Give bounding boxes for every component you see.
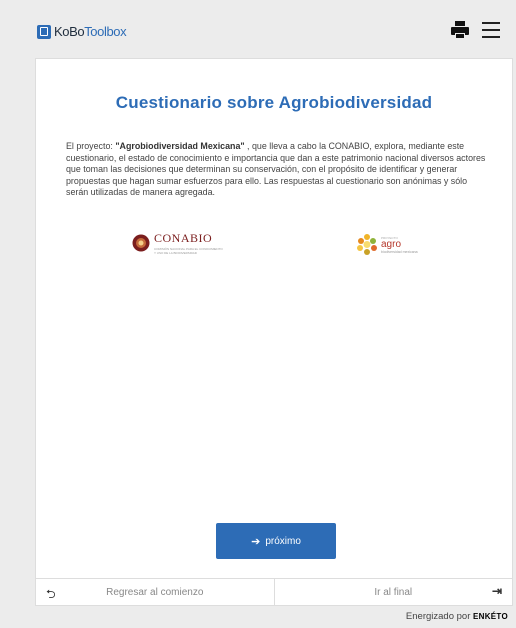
agro-subtitle: biodiversidad mexicana xyxy=(381,250,418,254)
arrow-right-icon: ➔ xyxy=(251,535,261,548)
logo-product: Toolbox xyxy=(84,24,127,39)
intro-project-name: "Agrobiodiversidad Mexicana" xyxy=(115,141,245,151)
intro-prefix: El proyecto: xyxy=(66,141,116,151)
undo-arrow-icon: ⮌ xyxy=(46,587,56,601)
conabio-logo: CONABIO COMISIÓN NACIONAL PARA EL CONOCI… xyxy=(132,231,224,255)
print-icon[interactable] xyxy=(450,20,470,40)
agrobiodiversidad-logo: PROYECTO agro biodiversidad mexicana xyxy=(356,233,418,257)
kobo-logo-icon xyxy=(37,24,51,39)
logo-brand: KoBo xyxy=(54,24,85,39)
form-intro: El proyecto: "Agrobiodiversidad Mexicana… xyxy=(66,141,486,199)
next-button[interactable]: ➔ próximo xyxy=(216,523,336,559)
agro-flower-icon xyxy=(357,234,377,255)
back-to-start-label: Regresar al comienzo xyxy=(106,586,204,598)
enketo-brand[interactable]: ENKÉTO xyxy=(473,612,508,621)
conabio-name: CONABIO xyxy=(154,231,213,245)
header-actions xyxy=(450,20,500,40)
kobotoolbox-logo[interactable]: KoBoToolbox xyxy=(37,24,127,39)
logo-text: KoBoToolbox xyxy=(54,24,127,39)
app-header: KoBoToolbox xyxy=(0,0,516,58)
menu-icon[interactable] xyxy=(482,22,500,38)
form-card: Cuestionario sobre Agrobiodiversidad El … xyxy=(35,58,513,606)
form-title: Cuestionario sobre Agrobiodiversidad xyxy=(115,93,433,112)
form-footer-nav: ⮌ Regresar al comienzo Ir al final ⇥ xyxy=(36,578,512,605)
go-to-end-label: Ir al final xyxy=(374,586,413,598)
next-button-label: próximo xyxy=(265,535,301,547)
conabio-subtitle: COMISIÓN NACIONAL PARA EL CONOCIMIENTO Y… xyxy=(154,247,223,255)
sponsor-logos: CONABIO COMISIÓN NACIONAL PARA EL CONOCI… xyxy=(36,231,512,261)
agro-name: agro xyxy=(381,239,402,250)
go-to-end-button[interactable]: Ir al final ⇥ xyxy=(275,579,513,605)
conabio-emblem-icon xyxy=(132,234,150,252)
powered-by: Energizado por ENKÉTO xyxy=(406,611,508,622)
powered-by-prefix: Energizado por xyxy=(405,611,473,622)
back-to-start-button[interactable]: ⮌ Regresar al comienzo xyxy=(36,579,275,605)
arrow-to-end-icon: ⇥ xyxy=(491,584,502,598)
